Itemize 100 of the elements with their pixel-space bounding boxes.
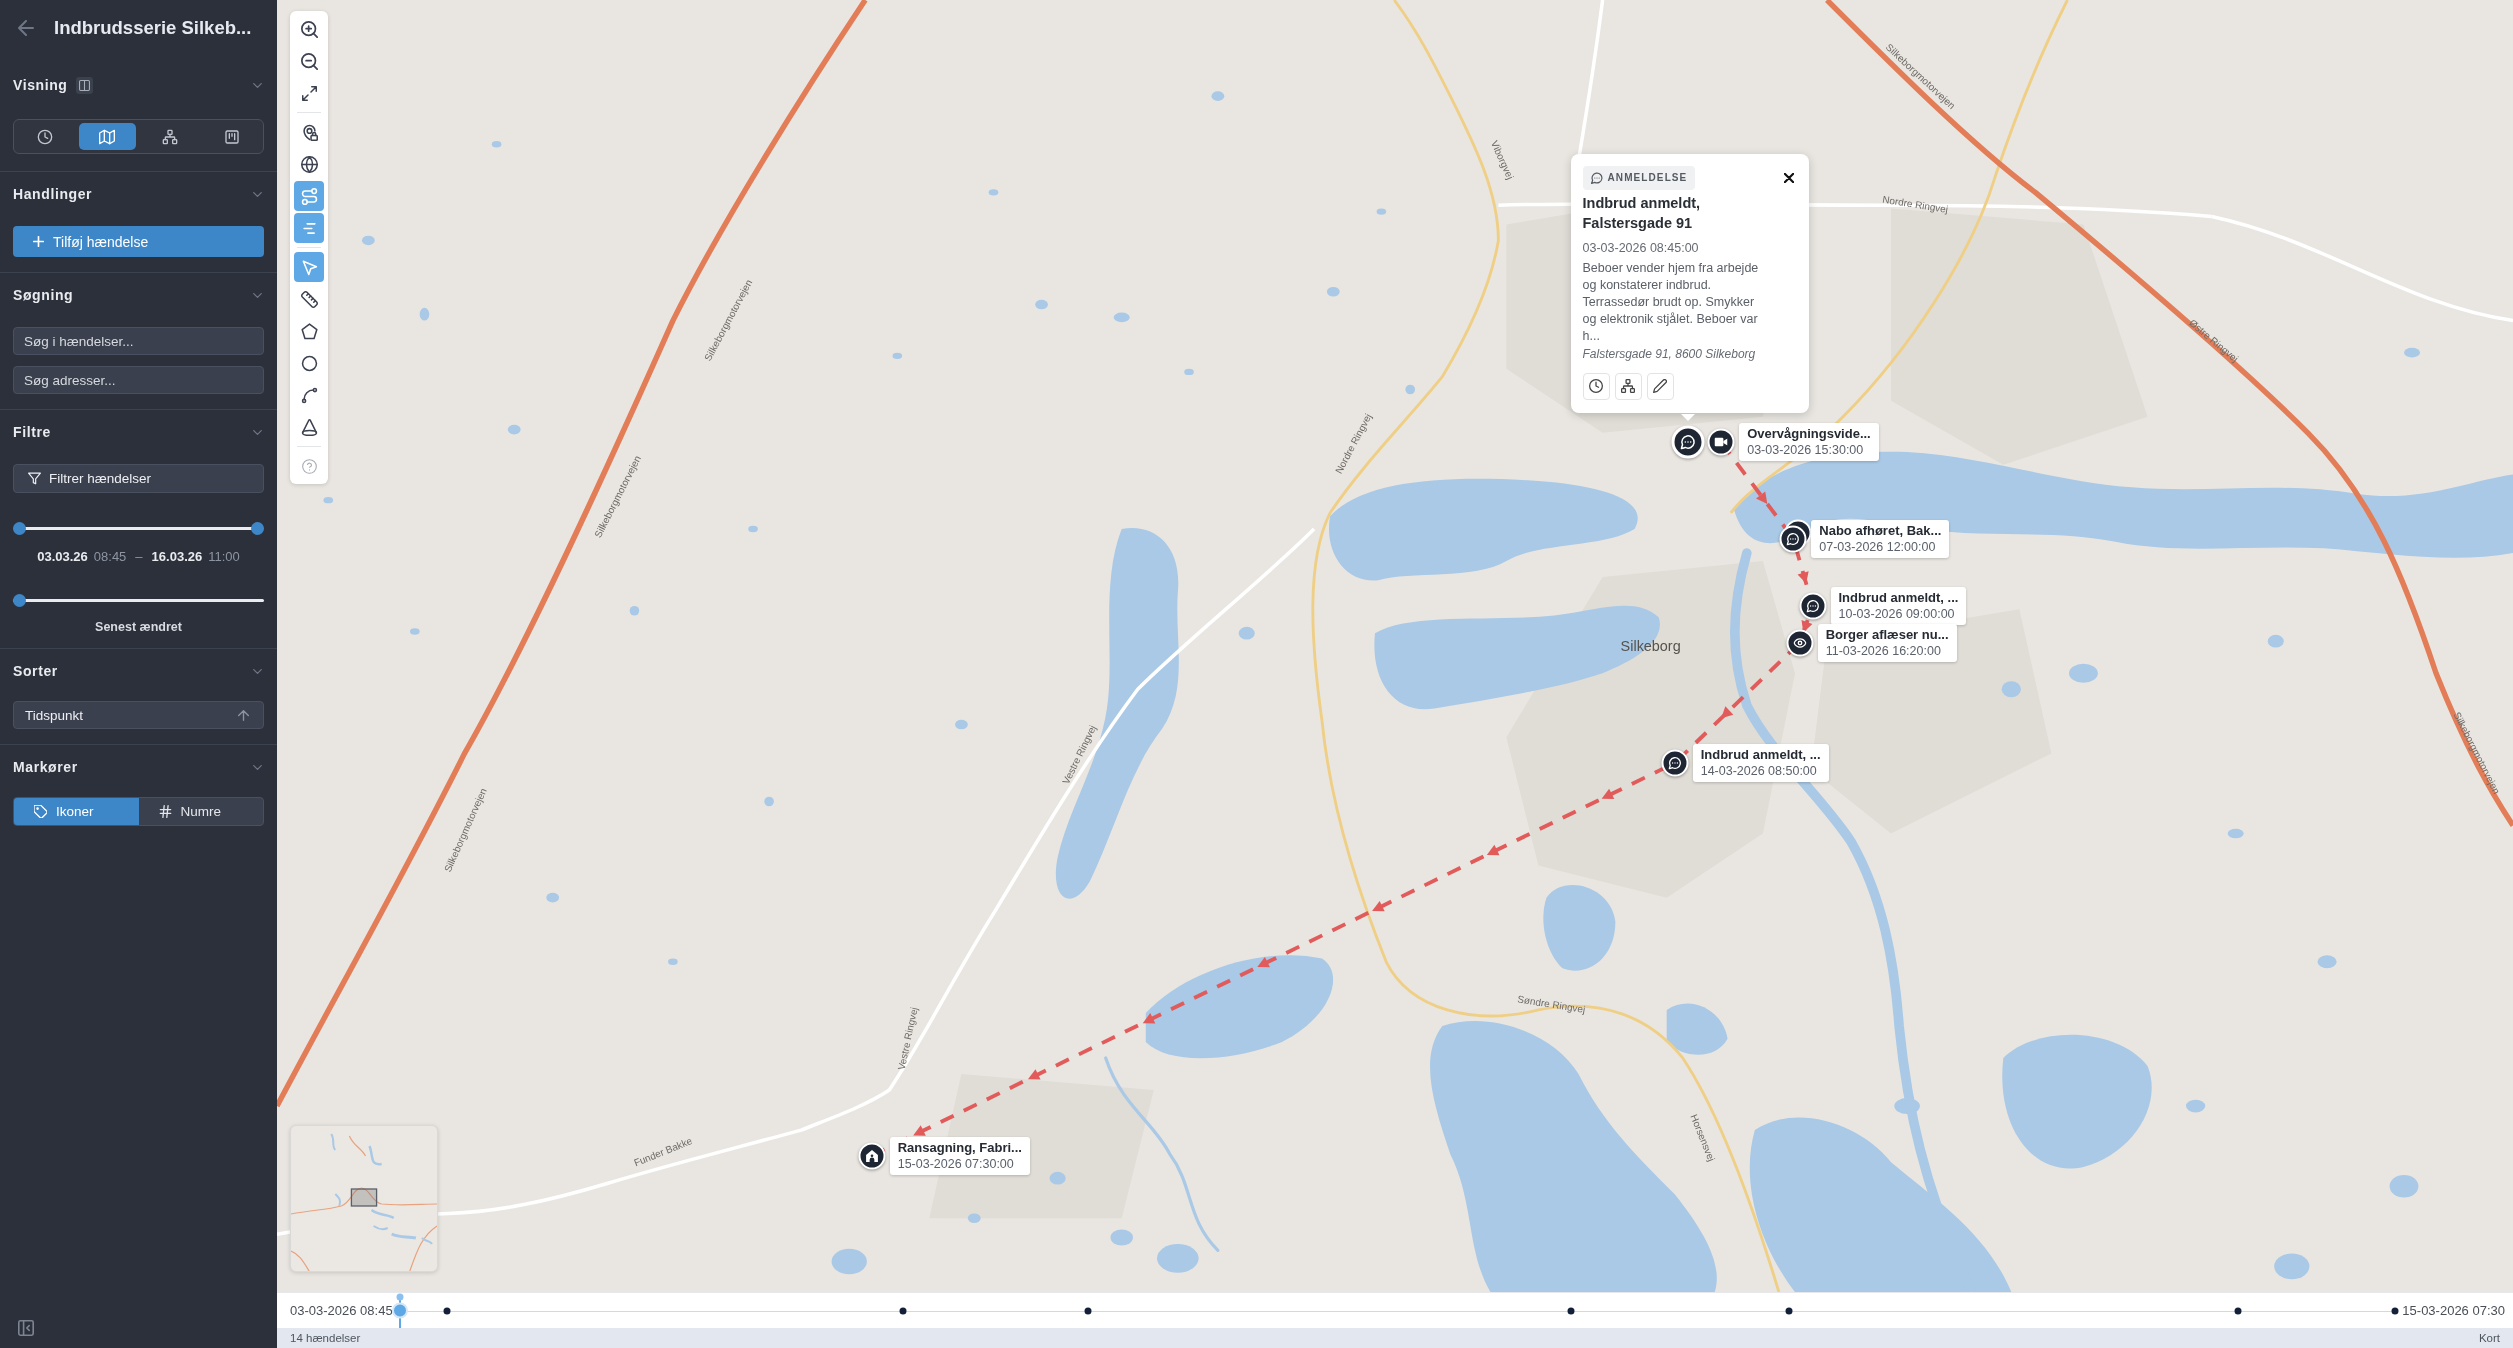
place-label: Silkeborg <box>1620 638 1681 655</box>
marker-time: 11-03-2026 16:20:00 <box>1825 642 1942 659</box>
cone-icon <box>300 418 318 436</box>
marker-title: Borger aflæser nu... <box>1825 625 1949 643</box>
timeline-button[interactable] <box>1582 372 1610 400</box>
event-dot[interactable] <box>443 1307 451 1314</box>
hierarchy-icon <box>1621 379 1635 394</box>
map-icon <box>99 128 116 145</box>
chevron-down-icon[interactable] <box>253 292 262 298</box>
filter-events-button[interactable]: Filtrer hændelser <box>13 464 264 493</box>
marker-label-card[interactable]: Indbrud anmeldt, ... 14-03-2026 08:50:00 <box>1692 744 1829 782</box>
chevron-down-icon[interactable] <box>253 764 262 770</box>
slider-thumb[interactable] <box>251 522 264 535</box>
search-field[interactable]: Søg adresser... <box>13 366 264 394</box>
modified-slider[interactable] <box>13 594 264 607</box>
road-label: Nordre Ringvej <box>1881 193 1949 215</box>
marker-time: 14-03-2026 08:50:00 <box>1700 763 1818 779</box>
speech-bubble-icon <box>1590 171 1603 184</box>
marker-label-card[interactable]: Ransagning, Fabri... 15-03-2026 07:30:00 <box>889 1136 1030 1175</box>
collapse-sidebar-button[interactable] <box>18 1320 34 1336</box>
timeline-start-label: 03-03-2026 08:45 <box>290 1303 393 1318</box>
expand-icon <box>301 85 317 101</box>
marker-style-option[interactable]: Numre <box>138 798 263 825</box>
clock-icon <box>1589 379 1603 394</box>
event-count: 14 hændelser <box>290 1332 361 1344</box>
marker-label-card[interactable]: Nabo afhøret, Bak... 07-03-2026 12:00:00 <box>1811 519 1950 558</box>
view-tab[interactable] <box>79 123 136 150</box>
speech-bubble-icon <box>1680 434 1695 450</box>
ruler-icon <box>300 290 318 308</box>
pentagon-icon <box>300 322 318 340</box>
edit-button[interactable] <box>1646 372 1674 400</box>
marker-label-card[interactable]: Indbrud anmeldt, ... 10-03-2026 09:00:00 <box>1830 586 1967 625</box>
section-heading: Markører <box>13 759 78 775</box>
curve-icon <box>300 386 318 404</box>
relations-button[interactable] <box>1614 372 1642 400</box>
panel-left-icon <box>18 1320 34 1336</box>
event-dot[interactable] <box>1567 1307 1575 1314</box>
help-icon <box>301 458 317 474</box>
event-dot[interactable] <box>1785 1307 1793 1314</box>
layout-toggle-button[interactable] <box>75 76 93 94</box>
marker-title: Overvågningsvide... <box>1747 425 1871 443</box>
location-lock-icon <box>300 123 318 141</box>
slider-label: Senest ændret <box>95 620 182 634</box>
range-separator: – <box>135 548 143 565</box>
chevron-down-icon[interactable] <box>253 82 262 88</box>
date-range-slider[interactable] <box>13 522 264 535</box>
section-heading: Filtre <box>13 424 51 440</box>
marker-label-card[interactable]: Borger aflæser nu... 11-03-2026 16:20:00 <box>1817 623 1957 662</box>
event-dot[interactable] <box>899 1307 907 1314</box>
stacked-map-marker[interactable] <box>1779 519 1812 553</box>
search-field[interactable]: Søg i hændelser... <box>13 327 264 355</box>
house-icon <box>865 1149 879 1163</box>
timeline-end-label: 15-03-2026 07:30 <box>2402 1303 2505 1318</box>
marker-label-card[interactable]: Overvågningsvide... 03-03-2026 15:30:00 <box>1739 423 1879 462</box>
layer-toggle[interactable] <box>294 213 324 243</box>
marker-style-option[interactable]: Ikoner <box>14 798 139 825</box>
popup-title: Indbrud anmeldt, Falstersgade 91 <box>1582 193 1702 233</box>
arrow-up-icon <box>238 709 249 721</box>
speech-bubble-icon <box>1806 599 1819 613</box>
plus-icon <box>33 236 44 247</box>
popup-address: Falstersgade 91, 8600 Silkeborg <box>1582 345 1757 362</box>
playhead-handle[interactable] <box>391 1293 408 1328</box>
event-dot[interactable] <box>2391 1307 2399 1314</box>
slider-thumb[interactable] <box>13 594 26 607</box>
road-label: Vestre Ringvej <box>895 1006 920 1071</box>
sort-select[interactable]: Tidspunkt <box>13 701 264 729</box>
start-date: 03.03.26 <box>37 548 88 565</box>
event-dot[interactable] <box>1084 1307 1092 1314</box>
layer-toggle[interactable] <box>294 181 324 211</box>
event-dot[interactable] <box>2234 1307 2242 1314</box>
clock-icon <box>37 128 54 145</box>
section-heading: Sorter <box>13 663 58 679</box>
pointer-icon <box>300 258 318 276</box>
zoom-in-icon <box>300 20 318 38</box>
marker-title: Indbrud anmeldt, ... <box>1700 746 1821 763</box>
chevron-down-icon[interactable] <box>253 668 262 674</box>
arrow-left-icon <box>18 20 34 36</box>
start-time: 08:45 <box>93 548 127 565</box>
speech-bubble-icon <box>1786 532 1800 546</box>
add-event-button[interactable]: Tilføj hændelse <box>13 226 264 257</box>
section-heading: Visning <box>13 77 68 93</box>
chevron-down-icon[interactable] <box>253 191 262 197</box>
slider-thumb[interactable] <box>13 522 26 535</box>
columns-icon <box>78 79 90 91</box>
marker-title: Indbrud anmeldt, ... <box>1838 588 1959 606</box>
eye-icon <box>1793 636 1807 650</box>
marker-title: Nabo afhøret, Bak... <box>1819 521 1942 539</box>
circle-icon <box>300 354 318 372</box>
chevron-down-icon[interactable] <box>253 429 262 435</box>
zoom-out-icon <box>300 52 318 70</box>
end-time: 11:00 <box>208 548 240 565</box>
globe-icon <box>300 155 318 173</box>
end-date: 16.03.26 <box>151 548 203 565</box>
marker-title: Ransagning, Fabri... <box>897 1138 1022 1156</box>
section-heading: Søgning <box>13 287 74 303</box>
marker-time: 10-03-2026 09:00:00 <box>1838 605 1956 622</box>
close-icon <box>1783 172 1794 183</box>
popup-description: Beboer vender hjem fra arbejde og konstaterer indbrud. Terrassedør brudt op. Smykker og elektronik stjålet. Beboer var h... <box>1582 259 1760 345</box>
case-title: Indbrudsserie Silkeb... <box>54 17 252 39</box>
speech-bubble-icon <box>1668 756 1682 770</box>
